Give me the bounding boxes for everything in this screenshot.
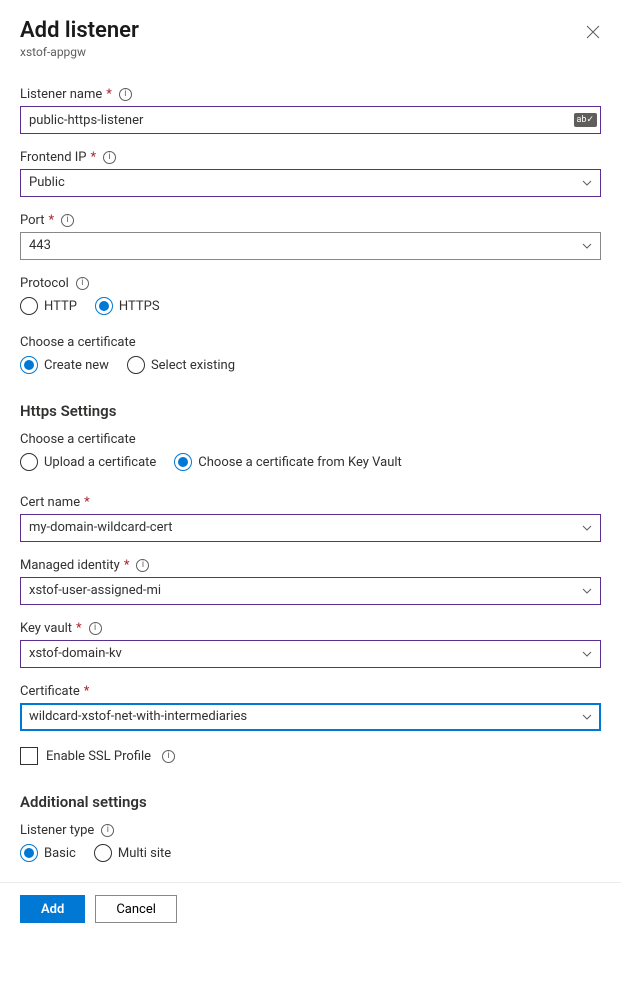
panel-header: Add listener xstof-appgw [20, 18, 601, 59]
protocol-https-radio[interactable]: HTTPS [95, 297, 160, 315]
cancel-button[interactable]: Cancel [95, 895, 177, 923]
enable-ssl-profile-label: Enable SSL Profile [46, 749, 151, 764]
required-asterisk: * [49, 213, 55, 228]
info-icon[interactable]: i [103, 151, 116, 164]
info-icon[interactable]: i [136, 559, 149, 572]
cert-keyvault-radio[interactable]: Choose a certificate from Key Vault [174, 453, 402, 471]
listener-type-multisite-radio[interactable]: Multi site [94, 844, 171, 862]
frontend-ip-label: Frontend IP [20, 150, 87, 165]
choose-cert-src-label: Choose a certificate [20, 432, 136, 447]
info-icon[interactable]: i [162, 750, 175, 763]
cert-name-select[interactable]: my-domain-wildcard-cert [20, 514, 601, 542]
add-button[interactable]: Add [20, 895, 85, 923]
listener-type-basic-radio[interactable]: Basic [20, 844, 76, 862]
managed-identity-label: Managed identity [20, 558, 120, 573]
panel-title: Add listener [20, 18, 139, 43]
footer-bar: Add Cancel [0, 882, 621, 935]
port-label: Port [20, 213, 45, 228]
required-asterisk: * [84, 495, 90, 510]
managed-identity-select[interactable]: xstof-user-assigned-mi [20, 577, 601, 605]
cert-select-existing-radio[interactable]: Select existing [127, 356, 235, 374]
radio-label: Choose a certificate from Key Vault [198, 455, 402, 470]
radio-label: Basic [44, 846, 76, 861]
certificate-label: Certificate [20, 684, 80, 699]
choose-cert-mode-label: Choose a certificate [20, 335, 136, 350]
enable-ssl-profile-checkbox[interactable] [20, 747, 38, 765]
listener-name-label: Listener name [20, 87, 102, 102]
cert-create-new-radio[interactable]: Create new [20, 356, 109, 374]
info-icon[interactable]: i [89, 622, 102, 635]
required-asterisk: * [76, 621, 82, 636]
required-asterisk: * [84, 684, 90, 699]
cert-name-label: Cert name [20, 495, 80, 510]
frontend-ip-select[interactable]: Public [20, 169, 601, 197]
required-asterisk: * [106, 87, 112, 102]
cert-upload-radio[interactable]: Upload a certificate [20, 453, 156, 471]
info-icon[interactable]: i [119, 88, 132, 101]
info-icon[interactable]: i [61, 214, 74, 227]
https-settings-heading: Https Settings [20, 402, 601, 420]
listener-type-label: Listener type [20, 823, 94, 838]
input-suggestion-icon: ab✓ [574, 113, 598, 127]
protocol-http-radio[interactable]: HTTP [20, 297, 77, 315]
key-vault-select[interactable]: xstof-domain-kv [20, 640, 601, 668]
radio-label: HTTPS [119, 299, 160, 314]
port-select[interactable]: 443 [20, 232, 601, 260]
protocol-label: Protocol [20, 276, 69, 291]
info-icon[interactable]: i [76, 277, 89, 290]
certificate-select[interactable]: wildcard-xstof-net-with-intermediaries [20, 703, 601, 731]
key-vault-label: Key vault [20, 621, 72, 636]
radio-label: HTTP [44, 299, 77, 314]
info-icon[interactable]: i [101, 824, 114, 837]
radio-label: Create new [44, 358, 109, 373]
listener-name-input[interactable] [20, 106, 601, 134]
required-asterisk: * [91, 150, 97, 165]
additional-settings-heading: Additional settings [20, 793, 601, 811]
radio-label: Select existing [151, 358, 235, 373]
radio-label: Multi site [118, 846, 171, 861]
panel-subtitle: xstof-appgw [20, 45, 139, 59]
close-icon[interactable] [585, 24, 601, 40]
radio-label: Upload a certificate [44, 455, 156, 470]
required-asterisk: * [124, 558, 130, 573]
